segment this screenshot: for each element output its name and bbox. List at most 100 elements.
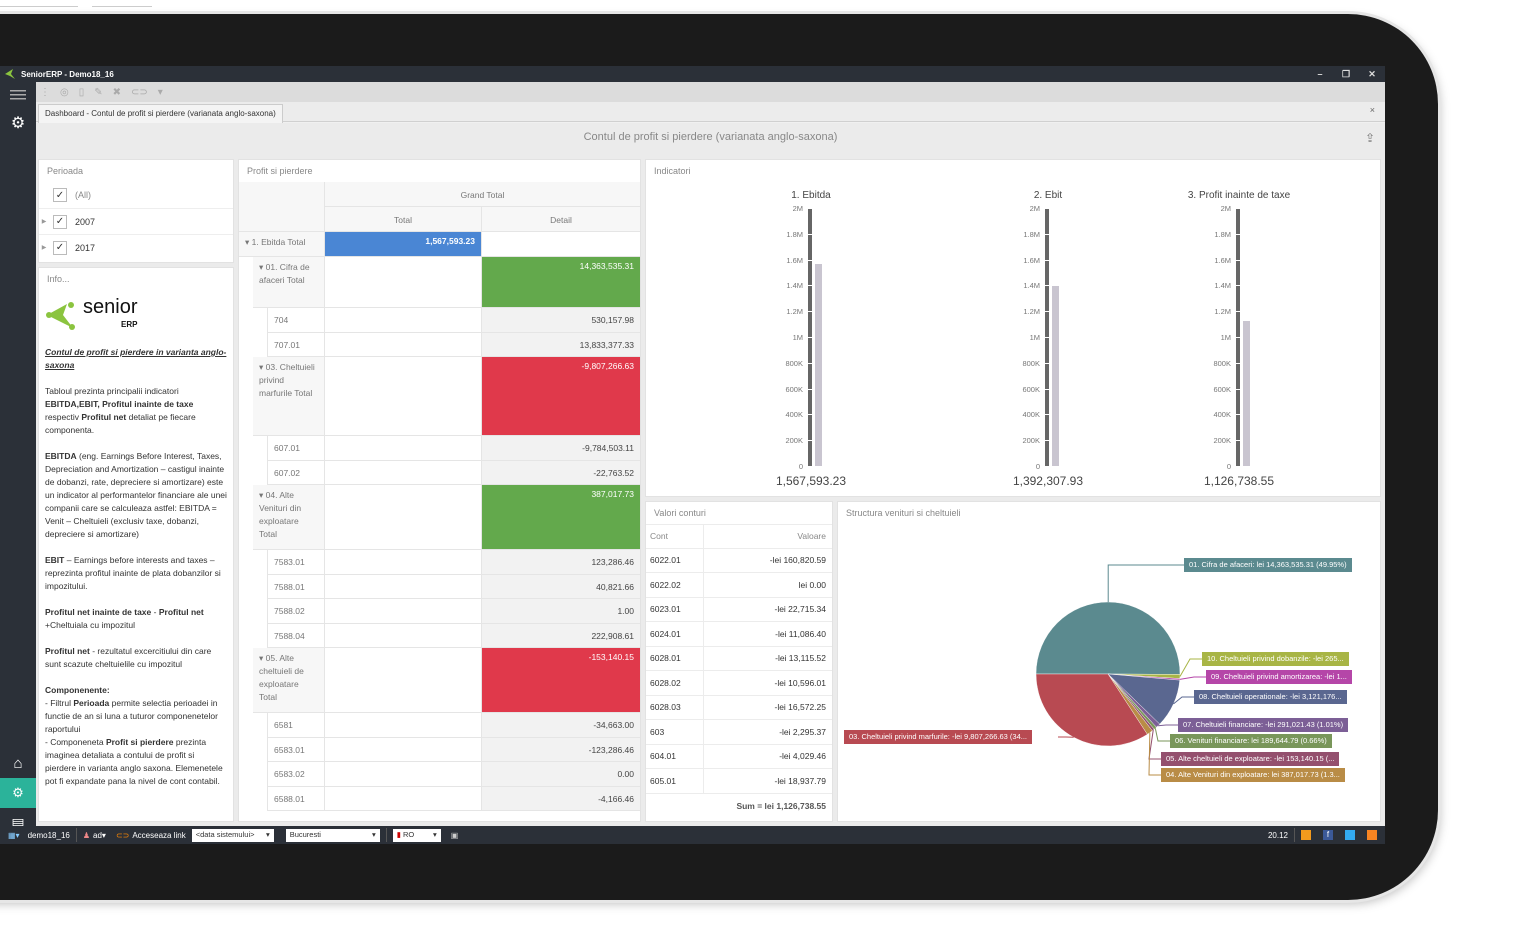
home-icon[interactable]: ⌂: [0, 748, 36, 778]
table-row[interactable]: 6028.02 -lei 10,596.01: [646, 671, 832, 696]
detail-column-header[interactable]: Detail: [482, 207, 640, 232]
pivot-row-label: 6583.01: [267, 737, 325, 762]
table-row[interactable]: 604.01 -lei 4,029.46: [646, 744, 832, 769]
language-select[interactable]: ▮ RO ▾: [392, 828, 441, 842]
gauge-tick: [807, 259, 813, 261]
gauge-tick-label: 0: [1035, 462, 1040, 471]
gauge-tick-label: 200K: [785, 436, 803, 446]
refresh-icon[interactable]: ◎: [60, 87, 69, 98]
table-row[interactable]: 6022.02 lei 0.00: [646, 573, 832, 598]
table-row[interactable]: 603 -lei 2,295.37: [646, 720, 832, 745]
gauge-value: 1,126,738.55: [1203, 474, 1275, 488]
close-tab-icon[interactable]: ×: [1370, 105, 1375, 115]
settings-gear-icon[interactable]: ⚙: [0, 108, 36, 138]
left-nav: ⚙ ⌂ ⚙ ▤: [0, 82, 36, 831]
table-row[interactable]: 6028.03 -lei 16,572.25: [646, 695, 832, 720]
hamburger-menu-icon[interactable]: [0, 82, 36, 108]
pivot-row: 707.01 13,833,377.33: [239, 332, 640, 357]
pie-data-label[interactable]: 07. Cheltuieli financiare: -lei 291,021.…: [1178, 718, 1349, 732]
pivot-row-label[interactable]: ▾ 01. Cifra de afaceri Total: [253, 257, 325, 308]
period-label: 2017: [75, 242, 96, 253]
pivot-row-label[interactable]: ▾ 05. Alte cheltuieli de exploatare Tota…: [253, 648, 325, 713]
gauge-tick: [807, 208, 813, 209]
table-header: Cont Valoare: [646, 524, 832, 549]
cell-cont: 603: [646, 720, 704, 744]
pie-data-label[interactable]: 08. Cheltuieli operationale: -lei 3,121,…: [1194, 690, 1347, 704]
tab-dashboard[interactable]: Dashboard - Contul de profit si pierdere…: [38, 104, 283, 123]
edit-icon[interactable]: ✎: [94, 87, 102, 98]
pie-slice[interactable]: [1035, 601, 1181, 675]
sum-total: Sum = lei 1,126,738.55: [736, 801, 826, 811]
gauge-tick-label: 400K: [785, 410, 803, 420]
pivot-row-label[interactable]: ▾ 1. Ebitda Total: [239, 232, 325, 257]
pie-data-label[interactable]: 01. Cifra de afaceri: lei 14,363,535.31 …: [1184, 558, 1352, 572]
pivot-detail-cell: 222,908.61: [482, 623, 640, 648]
panel-title: Valori conturi: [654, 508, 706, 518]
gauge-tick-label: 0: [798, 462, 803, 471]
period-label: (All): [75, 190, 91, 200]
period-item-2017[interactable]: ▶ ✓ 2017: [39, 234, 233, 260]
table-row[interactable]: 6028.01 -lei 13,115.52: [646, 646, 832, 671]
pie-leader-line: [1179, 658, 1202, 677]
date-select[interactable]: <data sistemului> ▾: [191, 828, 274, 842]
pivot-detail-cell: 14,363,535.31: [482, 257, 640, 308]
table-row[interactable]: 6024.01 -lei 11,086.40: [646, 622, 832, 647]
dropdown-icon[interactable]: ▾: [158, 87, 163, 98]
pivot-row-label[interactable]: ▾ 03. Cheltuieli privind marfurile Total: [253, 357, 325, 436]
gauge-tick-label: 1M: [1220, 333, 1231, 342]
table-row[interactable]: 605.01 -lei 18,937.79: [646, 769, 832, 794]
city-select[interactable]: Bucuresti ▾: [285, 828, 380, 842]
pie-data-label[interactable]: 05. Alte cheltuieli de exploatare: -lei …: [1161, 752, 1340, 766]
period-item-all[interactable]: ✓ (All): [39, 182, 233, 208]
facebook-icon[interactable]: f: [1323, 830, 1333, 840]
checkbox-all[interactable]: ✓: [53, 188, 67, 202]
apps-grid-icon[interactable]: ▦▾: [8, 831, 20, 840]
checkbox-2017[interactable]: ✓: [53, 240, 67, 255]
info-text: Contul de profit si pierdere in varianta…: [45, 347, 227, 786]
gauge-tick: [1235, 388, 1241, 390]
pivot-row: 7588.04 222,908.61: [239, 623, 640, 648]
pie-data-label[interactable]: 06. Venituri financiare: lei 189,644.79 …: [1170, 734, 1332, 748]
pie-data-label[interactable]: 04. Alte Venituri din exploatare: lei 38…: [1161, 768, 1345, 782]
period-item-2007[interactable]: ▶ ✓ 2007: [39, 208, 233, 234]
grand-total-header[interactable]: Grand Total: [325, 182, 640, 207]
user-menu[interactable]: ad: [93, 831, 102, 840]
checkbox-2007[interactable]: ✓: [53, 214, 67, 229]
access-link[interactable]: Acceseaza link: [132, 831, 185, 840]
pivot-row: 7588.02 1.00: [239, 599, 640, 624]
expand-arrow-icon[interactable]: ▶: [39, 244, 49, 251]
restore-button[interactable]: ❐: [1333, 66, 1359, 82]
gauge-tick-label: 1.4M: [1023, 281, 1040, 291]
link-icon[interactable]: ⊂⊃: [131, 87, 148, 98]
pivot-total-cell: [325, 648, 482, 713]
panel-title: Indicatori: [654, 166, 691, 176]
new-document-icon[interactable]: ▯: [79, 87, 85, 98]
expand-arrow-icon[interactable]: ▶: [39, 218, 49, 225]
gauge-value: 1,567,593.23: [775, 474, 847, 488]
export-icon[interactable]: ⇪: [1365, 131, 1375, 145]
modules-gears-icon[interactable]: ⚙: [0, 778, 36, 808]
close-button[interactable]: ✕: [1359, 66, 1385, 82]
pivot-row-label: 6583.02: [267, 762, 325, 787]
pie-data-label[interactable]: 03. Cheltuieli privind marfurile: -lei 9…: [844, 730, 1033, 744]
pivot-total-cell: [325, 332, 482, 357]
col-header-valoare[interactable]: Valoare: [704, 531, 832, 541]
delete-icon[interactable]: ✖: [113, 87, 121, 98]
user-dropdown-icon[interactable]: ▾: [102, 831, 106, 840]
pivot-row-label[interactable]: ▾ 04. Alte Venituri din exploatare Total: [253, 485, 325, 550]
pie-data-label[interactable]: 09. Cheltuieli privind amortizarea: -lei…: [1206, 670, 1352, 684]
gauge-tick: [1044, 233, 1050, 235]
total-column-header[interactable]: Total: [325, 207, 482, 232]
col-header-cont[interactable]: Cont: [646, 525, 704, 548]
pivot-row: ▾ 03. Cheltuieli privind marfurile Total…: [239, 357, 640, 436]
twitter-icon[interactable]: [1345, 830, 1355, 840]
window-layout-icon[interactable]: ▣: [451, 831, 459, 840]
pie-leader-line: [1173, 696, 1194, 705]
table-row[interactable]: 6022.01 -lei 160,820.59: [646, 548, 832, 573]
pivot-detail-cell: 530,157.98: [482, 308, 640, 333]
rss-icon[interactable]: [1367, 830, 1377, 840]
minimize-button[interactable]: –: [1307, 66, 1333, 82]
share-icon[interactable]: [1301, 830, 1311, 840]
table-row[interactable]: 6023.01 -lei 22,715.34: [646, 597, 832, 622]
pie-data-label[interactable]: 10. Cheltuieli privind dobanzile: -lei 2…: [1202, 652, 1349, 666]
